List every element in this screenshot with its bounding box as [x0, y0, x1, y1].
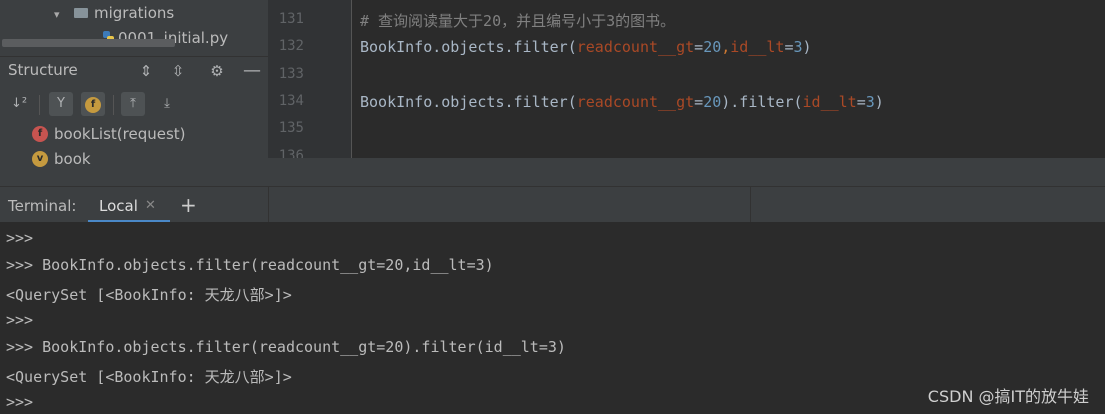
terminal-line: <QuerySet [<BookInfo: 天龙八部>]>	[6, 286, 292, 304]
terminal-line: >>>	[6, 229, 34, 247]
terminal-line: >>> BookInfo.objects.filter(readcount__g…	[6, 338, 566, 356]
line-number: 131	[278, 11, 304, 27]
structure-item-book[interactable]: v book	[32, 148, 91, 170]
line-number: 132	[278, 38, 304, 54]
terminal-title: Terminal:	[8, 197, 77, 215]
show-fields-icon[interactable]: f	[81, 92, 105, 116]
minimize-icon[interactable]: —	[242, 61, 262, 81]
folder-icon	[74, 7, 88, 18]
chevron-down-icon[interactable]: ▾	[54, 4, 68, 26]
terminal-line: >>> BookInfo.objects.filter(readcount__g…	[6, 256, 494, 274]
line-number: 133	[278, 66, 304, 82]
header-divider	[750, 187, 751, 223]
tab-label: Local	[99, 197, 138, 215]
tab-local[interactable]: Local ✕	[88, 187, 170, 223]
structure-toolbar: ↓² Y f ⤒ ⤓	[0, 88, 268, 120]
line-number: 135	[278, 120, 304, 136]
left-panel: ▾ migrations 0001_initial.py Structure ⇕ …	[0, 0, 268, 186]
tree-item-migrations[interactable]: ▾ migrations	[54, 2, 174, 24]
line-number: 134	[278, 93, 304, 109]
structure-header: Structure ⇕ ⇳ ⚙ —	[0, 56, 268, 85]
show-inherited-icon[interactable]: Y	[49, 92, 73, 116]
expand-all-icon[interactable]: ⇕	[136, 61, 156, 81]
structure-item-booklist[interactable]: f bookList(request)	[32, 123, 186, 145]
terminal-header: Terminal: Local ✕ +	[0, 186, 1105, 223]
autoscroll-from-source-icon[interactable]: ⤓	[155, 92, 179, 116]
terminal-prompt[interactable]: >>>	[6, 393, 33, 411]
code-line-134: BookInfo.objects.filter(readcount__gt=20…	[360, 93, 884, 111]
code-comment-line: # 查询阅读量大于20，并且编号小于3的图书。	[360, 12, 676, 30]
project-tree: ▾ migrations 0001_initial.py	[0, 0, 268, 56]
terminal-line: <QuerySet [<BookInfo: 天龙八部>]>	[6, 368, 292, 386]
code-line-132: BookInfo.objects.filter(readcount__gt=20…	[360, 38, 812, 56]
header-divider	[268, 187, 269, 223]
structure-item-label: book	[54, 150, 91, 168]
editor-bottom-bar	[268, 158, 1105, 186]
terminal-line: >>>	[6, 311, 34, 329]
toolbar-divider	[113, 95, 114, 115]
sort-alpha-icon[interactable]: ↓²	[7, 92, 31, 116]
line-number: 136	[278, 148, 304, 158]
collapse-all-icon[interactable]: ⇳	[168, 61, 188, 81]
gear-icon[interactable]: ⚙	[207, 61, 227, 81]
tree-item-label: migrations	[94, 4, 175, 22]
watermark: CSDN @搞IT的放牛娃	[927, 387, 1089, 406]
structure-title: Structure	[8, 61, 78, 79]
structure-item-label: bookList(request)	[54, 125, 186, 143]
toolbar-divider	[39, 95, 40, 115]
add-tab-button[interactable]: +	[180, 193, 197, 217]
horizontal-scrollbar[interactable]	[2, 39, 175, 47]
close-icon[interactable]: ✕	[145, 198, 156, 213]
variable-icon: v	[32, 150, 48, 167]
function-icon: f	[32, 125, 48, 142]
autoscroll-to-source-icon[interactable]: ⤒	[121, 92, 145, 116]
